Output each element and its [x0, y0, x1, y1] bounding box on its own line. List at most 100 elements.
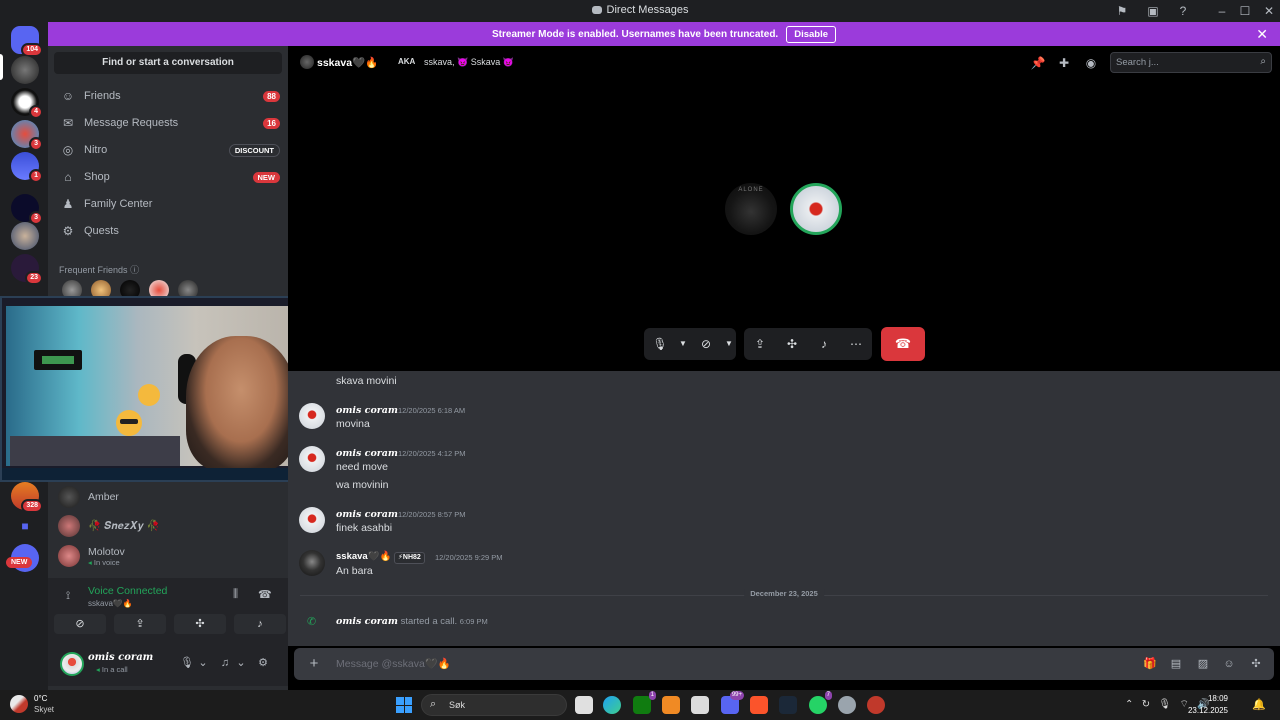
user-profile-icon[interactable]: ◉ — [1083, 55, 1099, 71]
settings-gear-icon[interactable] — [838, 696, 856, 714]
avatar[interactable] — [299, 446, 325, 472]
microphone-icon[interactable]: 🎙 — [644, 328, 676, 360]
nav-family-center[interactable]: ♟ Family Center — [56, 192, 280, 216]
whatsapp-icon[interactable]: 7 — [809, 691, 832, 714]
dm-avatar[interactable] — [11, 56, 39, 84]
camera-off-icon[interactable]: ⊘ — [690, 328, 722, 360]
nav-nitro[interactable]: ◎ Nitro DISCOUNT — [56, 138, 280, 162]
call-participant-avatar-speaking[interactable] — [790, 183, 842, 235]
pin-icon[interactable]: 📌 — [1030, 55, 1046, 71]
start-button[interactable] — [396, 697, 412, 713]
app-icon[interactable] — [662, 696, 680, 714]
close-banner-icon[interactable]: ✕ — [1256, 26, 1268, 43]
gif-icon[interactable]: ▤ — [1168, 656, 1184, 672]
maximize-icon[interactable]: ☐ — [1238, 4, 1252, 18]
chevron-down-icon[interactable]: ⌄ — [196, 656, 210, 670]
search-input[interactable] — [1111, 53, 1241, 72]
disable-streamer-mode-button[interactable]: Disable — [786, 25, 836, 43]
server-icon[interactable]: 3 — [11, 194, 43, 225]
dm-item[interactable]: Molotov ◂ In voice — [56, 543, 280, 569]
voice-connected-label[interactable]: Voice Connected — [88, 585, 167, 597]
disconnect-icon[interactable]: ☎ — [258, 588, 272, 601]
nav-friends[interactable]: ☺ Friends 88 — [56, 84, 280, 108]
search-box[interactable]: ⌕ — [1110, 52, 1272, 73]
more-icon[interactable]: ⋯ — [840, 328, 872, 360]
friends-count-badge: 88 — [263, 90, 280, 102]
avatar[interactable] — [299, 507, 325, 533]
chevron-down-icon[interactable]: ▼ — [722, 328, 736, 360]
call-participant-avatar[interactable]: ALONE — [725, 183, 777, 235]
nav-quests[interactable]: ⚙ Quests — [56, 219, 280, 243]
discord-icon[interactable]: 99+ — [721, 691, 744, 714]
add-friend-icon[interactable]: ✚ — [1056, 55, 1072, 71]
noise-suppression-icon[interactable]: ⫼ — [233, 588, 238, 601]
file-explorer-icon[interactable] — [575, 696, 593, 714]
server-tag[interactable]: ⚡NH82 — [394, 552, 425, 564]
close-window-icon[interactable]: ✕ — [1262, 4, 1276, 18]
activities-button[interactable]: ✣ — [174, 614, 226, 634]
server-icon[interactable]: 3 — [11, 120, 43, 151]
dm-item[interactable]: 🥀 𝑺𝒏𝒆𝒛𝑿𝒚 🥀 — [56, 513, 280, 539]
chevron-down-icon[interactable]: ⌄ — [234, 656, 248, 670]
weather-temperature[interactable]: 0°C — [34, 694, 47, 703]
steam-icon[interactable] — [779, 696, 797, 714]
server-icon[interactable]: 1 — [11, 152, 43, 183]
dm-item[interactable]: Amber — [56, 484, 280, 510]
server-icon[interactable]: 328 — [11, 482, 43, 513]
user-name[interactable]: omis coram — [88, 652, 153, 663]
active-pill — [0, 54, 3, 80]
share-screen-icon[interactable]: ⇪ — [744, 328, 776, 360]
find-conversation-button[interactable]: Find or start a conversation — [54, 52, 282, 74]
avatar[interactable] — [300, 55, 314, 69]
nav-shop[interactable]: ⌂ Shop NEW — [56, 165, 280, 189]
minimize-icon[interactable]: – — [1215, 4, 1229, 18]
gift-icon[interactable]: 🎁 — [1142, 656, 1158, 672]
avatar[interactable] — [60, 652, 84, 676]
camera-off-button[interactable]: ⊘ — [54, 614, 106, 634]
chevron-down-icon[interactable]: ▼ — [676, 328, 690, 360]
dm-recipient-name[interactable]: sskava🖤🔥 — [317, 56, 378, 69]
weather-description[interactable]: Skyet — [34, 705, 54, 714]
call-action-controls: ⇪ ✣ ♪ ⋯ — [744, 328, 872, 360]
soundboard-button[interactable]: ♪ — [234, 614, 286, 634]
xbox-icon[interactable]: 1 — [633, 691, 656, 714]
screen-icon[interactable]: ▣ — [1146, 4, 1160, 18]
voice-channel-name[interactable]: sskava🖤🔥 — [88, 599, 133, 608]
notification-bell-icon[interactable]: 🔔 — [1252, 698, 1266, 711]
message-author[interactable]: omis coram — [336, 509, 398, 520]
headphones-icon[interactable]: ♫ — [218, 656, 232, 670]
weather-icon[interactable] — [10, 695, 28, 713]
brave-icon[interactable] — [750, 696, 768, 714]
home-dm-button[interactable]: 104 — [11, 26, 43, 57]
server-icon[interactable] — [11, 222, 39, 250]
message-author[interactable]: omis coram — [336, 448, 398, 459]
avatar — [58, 515, 80, 537]
hang-up-button[interactable]: ☎ — [881, 327, 925, 361]
avatar[interactable] — [299, 550, 325, 576]
taskbar-search[interactable]: ⌕ Søk — [421, 694, 567, 716]
add-attachment-icon[interactable]: + — [306, 656, 322, 672]
apps-icon[interactable]: ✣ — [1248, 656, 1264, 672]
microphone-icon[interactable]: 🎙 — [180, 656, 194, 670]
server-icon[interactable]: 23 — [11, 254, 43, 285]
server-icon[interactable]: 4 — [11, 88, 43, 119]
help-icon[interactable]: ? — [1176, 4, 1190, 18]
inbox-flag-icon[interactable]: ⚑ — [1115, 4, 1129, 18]
folder-icon[interactable]: ■ — [11, 512, 39, 540]
message-author[interactable]: omis coram — [336, 405, 398, 416]
clock[interactable]: 18:09 23.12.2025 — [1188, 693, 1228, 717]
nav-message-requests[interactable]: ✉ Message Requests 16 — [56, 111, 280, 135]
message-author[interactable]: sskava🖤🔥 — [336, 551, 391, 562]
app-icon[interactable] — [867, 696, 885, 714]
quests-icon: ⚙ — [62, 224, 74, 238]
settings-gear-icon[interactable]: ⚙ — [256, 656, 270, 670]
edge-icon[interactable] — [603, 696, 621, 714]
message-input[interactable] — [336, 654, 1116, 674]
soundboard-icon[interactable]: ♪ — [808, 328, 840, 360]
avatar[interactable] — [299, 403, 325, 429]
emoji-icon[interactable]: ☺ — [1221, 656, 1237, 672]
sticker-icon[interactable]: ▨ — [1195, 656, 1211, 672]
activities-icon[interactable]: ✣ — [776, 328, 808, 360]
store-icon[interactable] — [691, 696, 709, 714]
share-screen-button[interactable]: ⇪ — [114, 614, 166, 634]
